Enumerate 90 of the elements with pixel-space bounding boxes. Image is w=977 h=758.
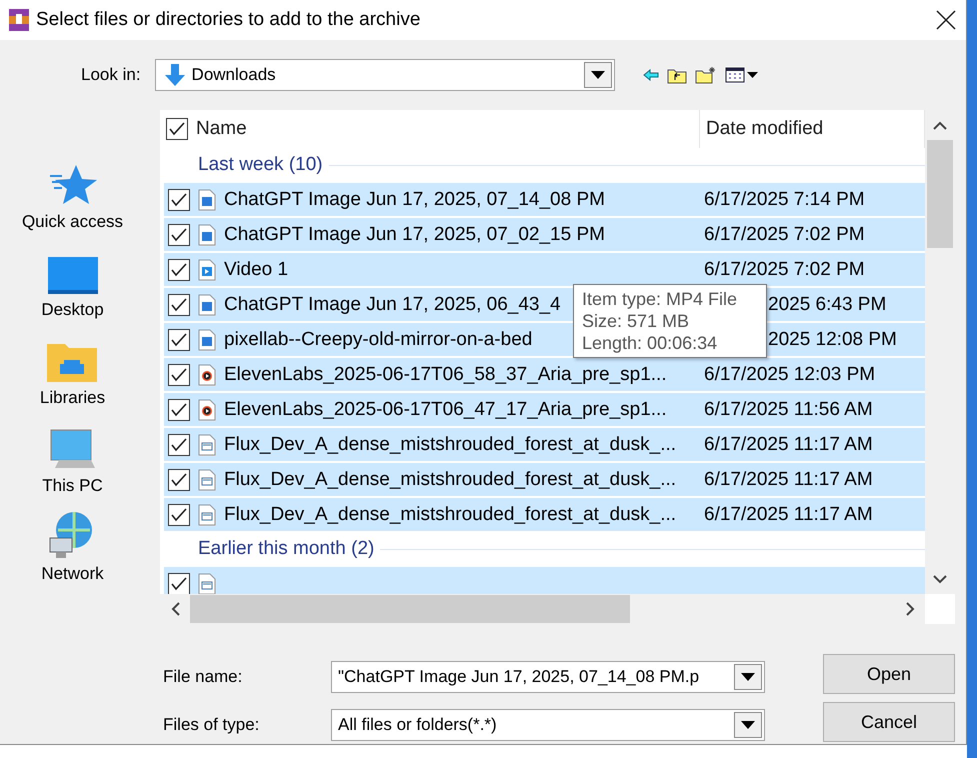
- name-column-header[interactable]: Name: [160, 110, 700, 148]
- checkbox[interactable]: [168, 294, 190, 316]
- file-name: ElevenLabs_2025-06-17T06_47_17_Aria_pre_sp1...: [224, 398, 667, 420]
- document-icon: [198, 572, 216, 594]
- date-modified: 6/17/2025 11:17 AM: [704, 434, 873, 456]
- places-item[interactable]: This PC: [42, 422, 103, 496]
- archive-app-icon: [8, 8, 30, 32]
- file-type-dropdown[interactable]: All files or folders(*.*): [331, 709, 765, 741]
- cancel-button[interactable]: Cancel: [823, 702, 955, 742]
- checkbox[interactable]: [168, 364, 190, 386]
- desktop-icon: [46, 256, 98, 296]
- file-row[interactable]: ElevenLabs_2025-06-17T06_47_17_Aria_pre_sp1... 6/17/2025 11:56 AM: [164, 393, 925, 426]
- scrollbar-thumb[interactable]: [927, 140, 953, 248]
- window-title: Select files or directories to add to the archive: [36, 9, 422, 31]
- checkbox[interactable]: [168, 398, 190, 420]
- play-file-icon: [198, 398, 216, 420]
- file-type-label: Files of type:: [163, 715, 260, 735]
- video-file-icon: [198, 258, 216, 280]
- date-modified: 2025 12:08 PM: [768, 328, 897, 350]
- document-icon: [198, 468, 216, 490]
- image-file-icon: [198, 328, 216, 350]
- checkbox[interactable]: [168, 188, 190, 210]
- checkbox[interactable]: [166, 118, 188, 140]
- chevron-up-icon: [933, 120, 947, 130]
- open-button[interactable]: Open: [823, 654, 955, 694]
- checkbox[interactable]: [168, 224, 190, 246]
- checkbox[interactable]: [168, 504, 190, 526]
- horizontal-scrollbar[interactable]: [160, 594, 925, 624]
- checkbox[interactable]: [168, 434, 190, 456]
- checkbox[interactable]: [168, 258, 190, 280]
- file-row[interactable]: ChatGPT Image Jun 17, 2025, 07_14_08 PM 6/17/2025 7:14 PM: [164, 183, 925, 216]
- file-name: Video 1: [224, 258, 288, 280]
- checkbox[interactable]: [168, 572, 190, 594]
- caret-icon: [741, 721, 755, 729]
- file-name: ChatGPT Image Jun 17, 2025, 06_43_4: [224, 294, 561, 316]
- look-in-dropdown[interactable]: Downloads: [154, 59, 615, 91]
- back-arrow-icon[interactable]: [642, 69, 659, 81]
- group-header[interactable]: Last week (10): [198, 154, 323, 176]
- places-item[interactable]: Desktop: [41, 246, 104, 320]
- dropdown-button[interactable]: [584, 62, 612, 88]
- play-file-icon: [198, 364, 216, 386]
- file-name: Flux_Dev_A_dense_mistshrouded_forest_at_dusk_...: [224, 468, 676, 490]
- folder-up-icon[interactable]: [666, 66, 687, 84]
- caret-icon: [741, 673, 755, 681]
- file-row[interactable]: Video 1 6/17/2025 7:02 PM: [164, 253, 925, 286]
- places-item[interactable]: Quick access: [22, 158, 124, 232]
- date-modified: 6/17/2025 7:02 PM: [704, 258, 865, 280]
- file-row[interactable]: ChatGPT Image Jun 17, 2025, 07_02_15 PM 6/17/2025 7:02 PM: [164, 218, 925, 251]
- dropdown-button[interactable]: [734, 712, 762, 738]
- date-modified: 2025 6:43 PM: [768, 294, 886, 316]
- chevron-left-icon: [170, 602, 180, 616]
- file-row[interactable]: ElevenLabs_2025-06-17T06_58_37_Aria_pre_sp1... 6/17/2025 12:03 PM: [164, 358, 925, 391]
- places-item[interactable]: Network: [41, 510, 104, 584]
- file-name: ElevenLabs_2025-06-17T06_58_37_Aria_pre_sp1...: [224, 364, 667, 386]
- file-name-field[interactable]: "ChatGPT Image Jun 17, 2025, 07_14_08 PM.p: [331, 661, 765, 693]
- download-arrow-icon: [164, 63, 186, 87]
- file-row[interactable]: Flux_Dev_A_dense_mistshrouded_forest_at_dusk_... 6/17/2025 11:17 AM: [164, 428, 925, 461]
- look-in-label: Look in:: [81, 65, 141, 85]
- close-icon[interactable]: [936, 10, 956, 30]
- chevron-down-icon: [933, 574, 947, 584]
- dropdown-button[interactable]: [734, 664, 762, 690]
- caret-icon: [590, 71, 605, 79]
- places-item[interactable]: Libraries: [40, 334, 106, 408]
- file-name: ChatGPT Image Jun 17, 2025, 07_14_08 PM: [224, 188, 605, 210]
- date-modified: 6/17/2025 7:14 PM: [704, 188, 865, 210]
- date-modified: 6/17/2025 11:17 AM: [704, 504, 873, 526]
- file-name: ChatGPT Image Jun 17, 2025, 07_02_15 PM: [224, 224, 605, 246]
- group-header[interactable]: Earlier this month (2): [198, 538, 374, 560]
- image-file-icon: [198, 188, 216, 210]
- document-icon: [198, 434, 216, 456]
- file-row[interactable]: Flux_Dev_A_dense_mistshrouded_forest_at_dusk_... 6/17/2025 11:17 AM: [164, 463, 925, 496]
- file-name: Flux_Dev_A_dense_mistshrouded_forest_at_dusk_...: [224, 434, 676, 456]
- scrollbar-thumb[interactable]: [190, 595, 630, 623]
- file-row[interactable]: Flux_Dev_A_dense_mistshrouded_forest_at_dusk_... 6/17/2025 11:17 AM: [164, 498, 925, 531]
- checkbox[interactable]: [168, 468, 190, 490]
- file-name-label: File name:: [163, 667, 244, 687]
- file-name: pixellab--Creepy-old-mirror-on-a-bed: [224, 328, 532, 350]
- tooltip: Item type: MP4 File Size: 571 MB Length: 00:06:34: [573, 284, 767, 358]
- image-file-icon: [198, 294, 216, 316]
- date-modified: 6/17/2025 12:03 PM: [704, 364, 876, 386]
- image-file-icon: [198, 224, 216, 246]
- date-modified: 6/17/2025 11:56 AM: [704, 398, 873, 420]
- document-icon: [198, 504, 216, 526]
- date-modified: 6/17/2025 11:17 AM: [704, 468, 873, 490]
- file-name: Flux_Dev_A_dense_mistshrouded_forest_at_dusk_...: [224, 504, 676, 526]
- checkbox[interactable]: [168, 328, 190, 350]
- new-folder-icon[interactable]: [694, 66, 717, 84]
- date-modified: 6/17/2025 7:02 PM: [704, 224, 865, 246]
- view-menu-icon[interactable]: [724, 67, 759, 83]
- chevron-right-icon: [906, 602, 914, 616]
